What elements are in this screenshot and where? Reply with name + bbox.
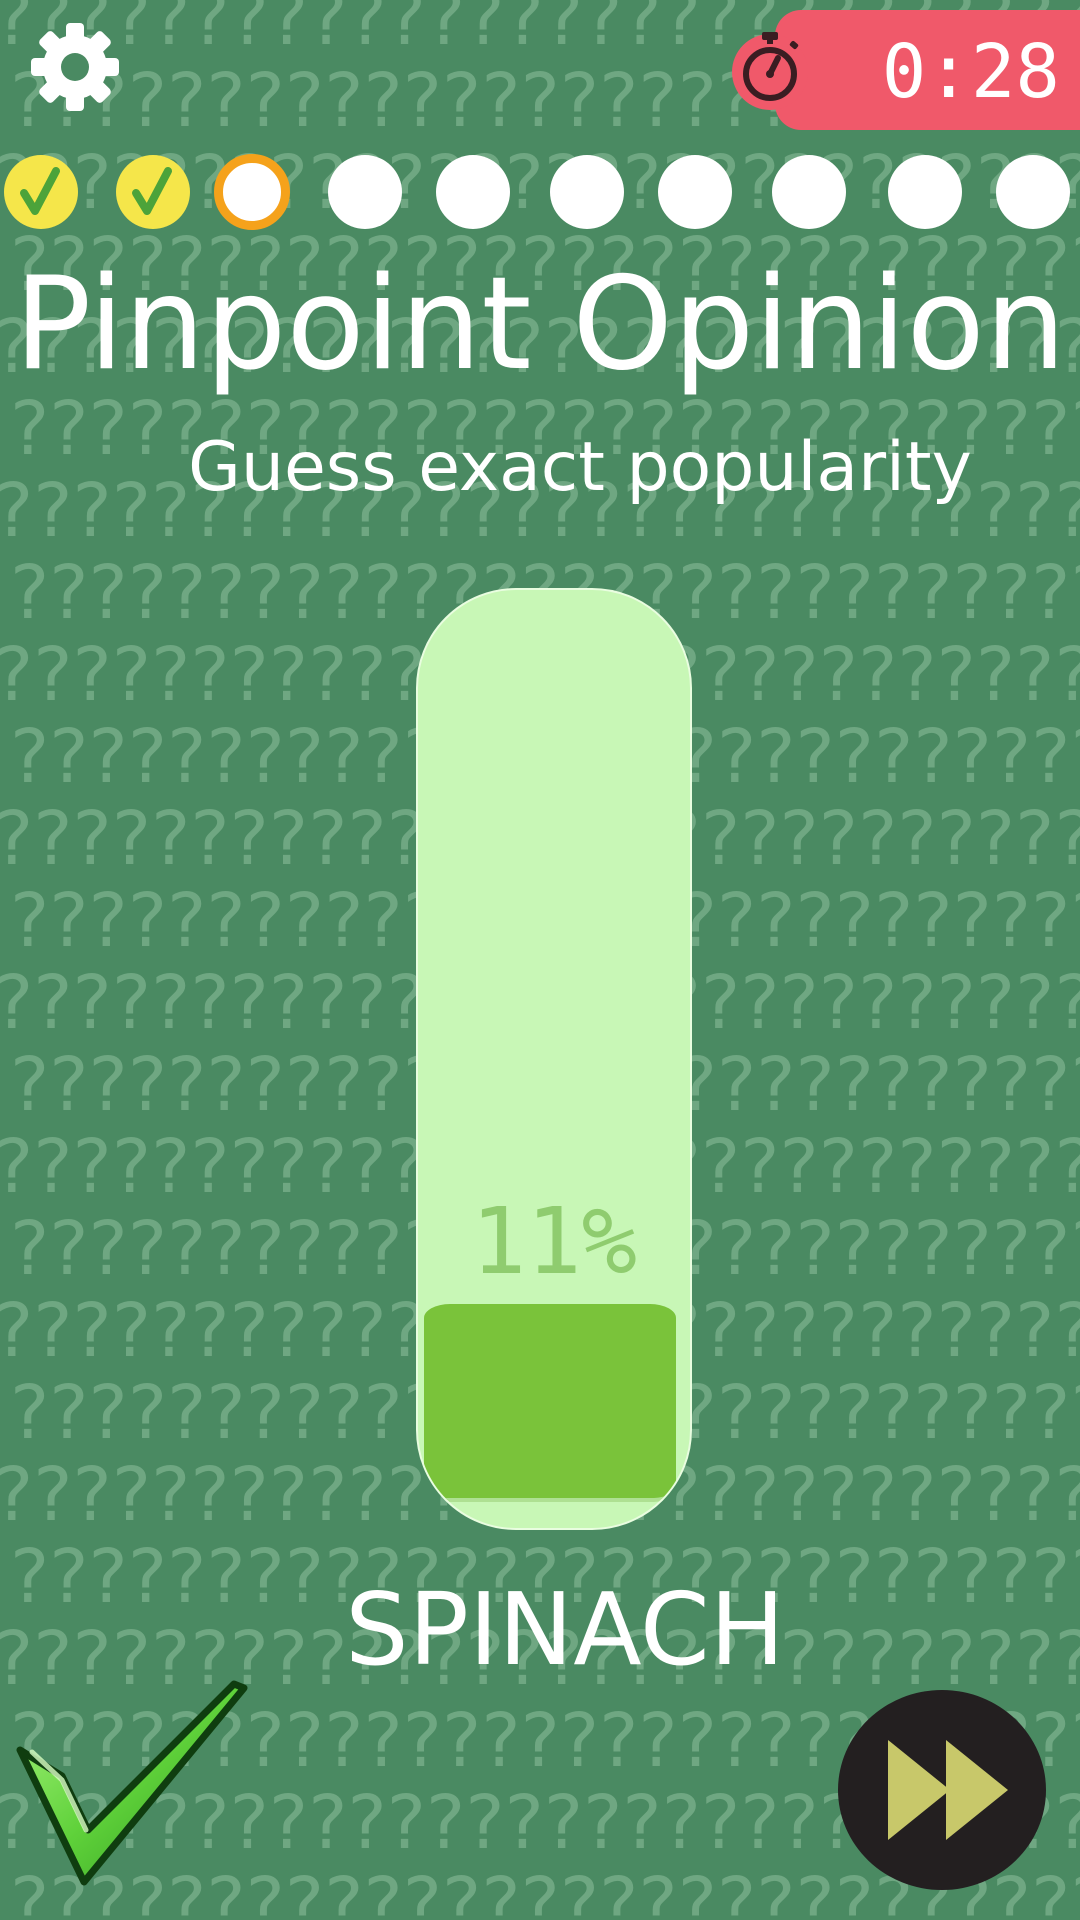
game-title: Pinpoint Opinion <box>14 250 1066 399</box>
stopwatch-icon <box>730 26 810 112</box>
settings-button[interactable] <box>30 22 120 112</box>
check-icon <box>132 167 172 215</box>
progress-dot-pending <box>550 155 624 229</box>
timer-panel: 0:28 <box>775 10 1080 130</box>
progress-dot-current <box>214 154 290 230</box>
checkmark-icon <box>16 1680 248 1886</box>
skip-button[interactable] <box>838 1690 1046 1890</box>
progress-dot-pending <box>328 155 402 229</box>
timer-value: 0:28 <box>881 29 1060 115</box>
progress-dot-pending <box>888 155 962 229</box>
game-subtitle: Guess exact popularity <box>188 428 972 507</box>
gear-icon <box>31 23 119 111</box>
slider-fill <box>424 1304 676 1502</box>
progress-dot-pending <box>658 155 732 229</box>
item-name: SPINACH <box>345 1571 785 1688</box>
progress-dot-pending <box>436 155 510 229</box>
question-progress <box>0 148 1080 238</box>
progress-dot-answered <box>4 155 78 229</box>
progress-dot-pending <box>996 155 1070 229</box>
popularity-slider[interactable]: 11% <box>416 588 692 1530</box>
fast-forward-icon <box>888 1740 1008 1840</box>
progress-dot-answered <box>116 155 190 229</box>
slider-value-label: 11% <box>470 1188 638 1295</box>
progress-dot-pending <box>772 155 846 229</box>
confirm-button[interactable] <box>12 1680 248 1890</box>
check-icon <box>20 167 60 215</box>
